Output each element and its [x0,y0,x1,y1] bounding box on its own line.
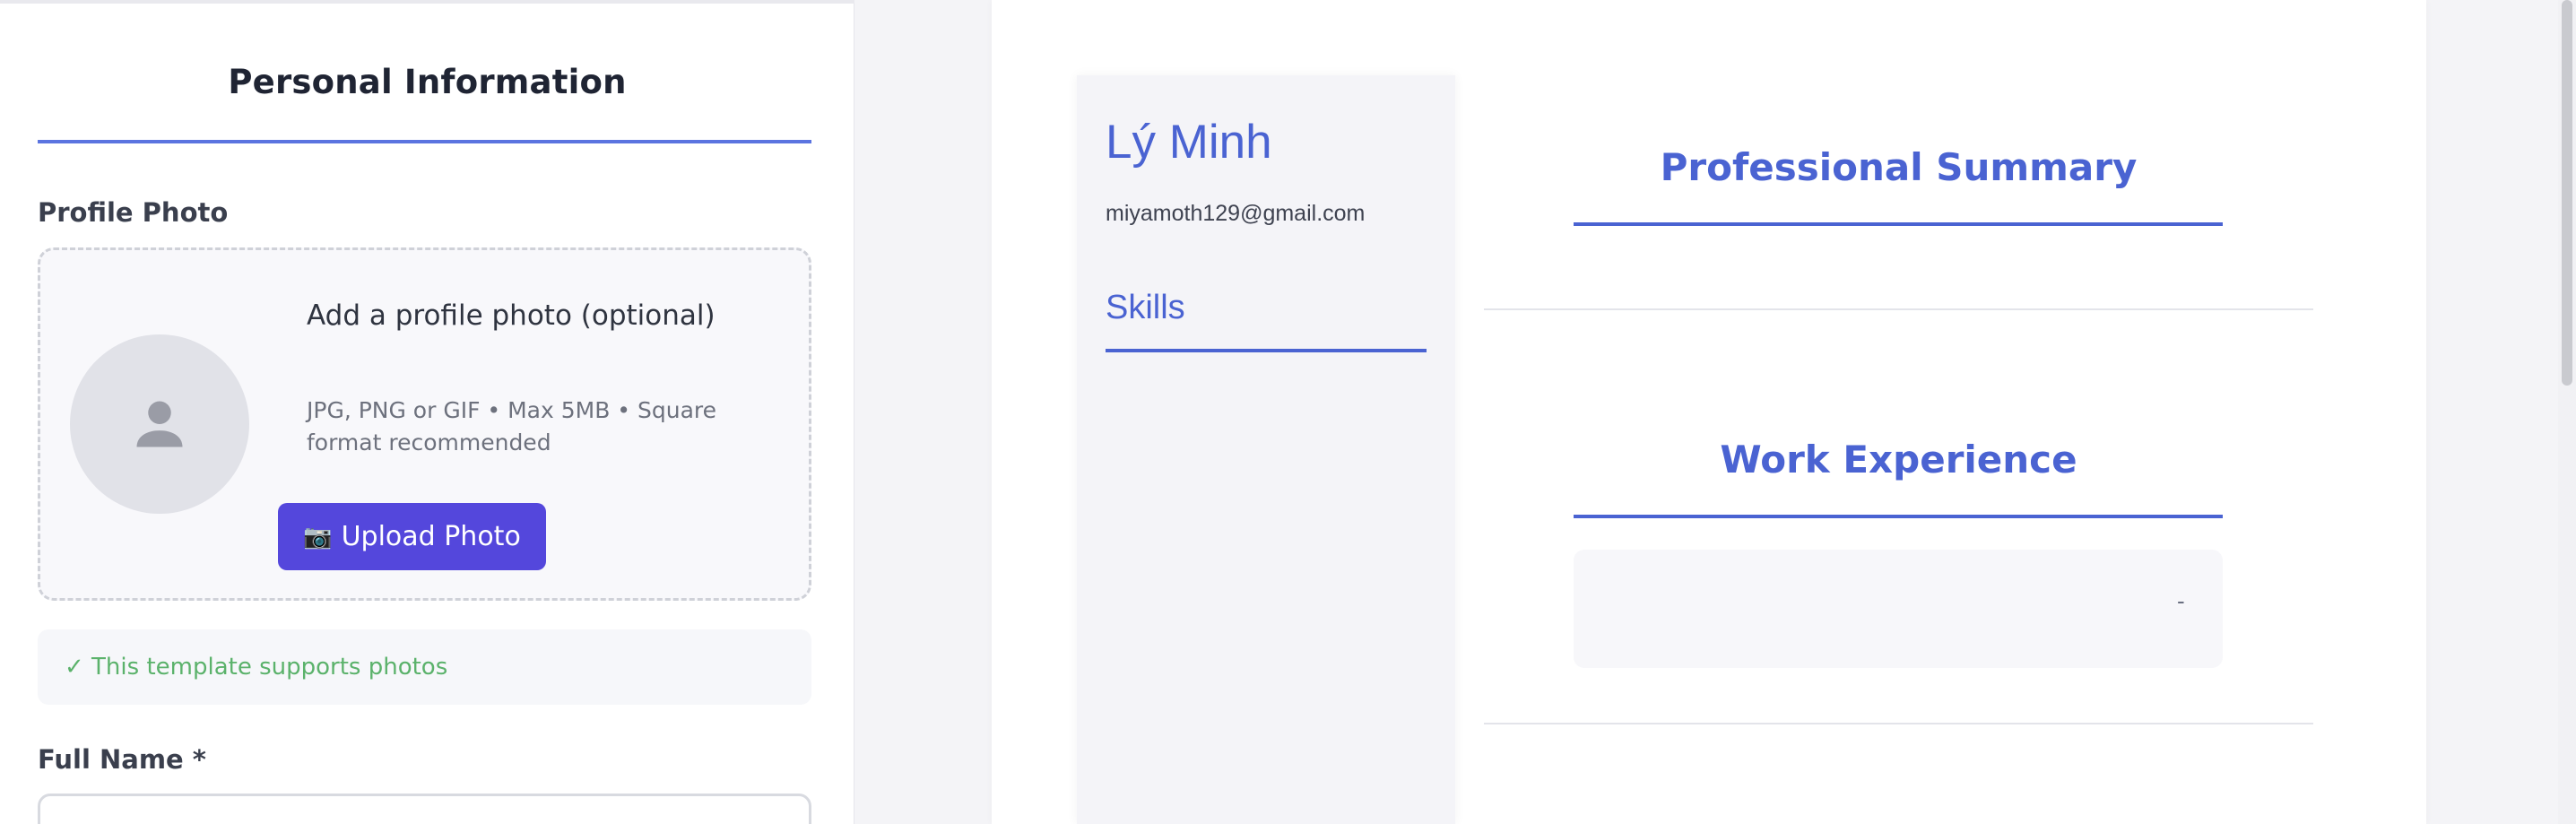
full-name-input[interactable] [38,794,811,824]
panel-top-border [0,0,854,4]
experience-divider [1484,723,2313,724]
profile-photo-label: Profile Photo [38,197,229,228]
user-icon [136,401,183,447]
summary-heading: Professional Summary [1660,145,2138,189]
skills-underline [1106,349,1427,352]
resume-sidebar [1077,75,1455,824]
camera-icon: 📷 [303,523,333,551]
resume-name: Lý Minh [1106,116,1272,169]
photo-support-notice: ✓ This template supports photos [38,629,811,705]
summary-underline [1574,222,2223,226]
upload-photo-label: Upload Photo [341,521,521,552]
summary-divider [1484,308,2313,310]
avatar-placeholder [70,334,249,514]
experience-date-separator: - [2177,587,2185,614]
full-name-label: Full Name * [38,744,206,775]
experience-underline [1574,515,2223,518]
photo-box-title: Add a profile photo (optional) [307,299,716,332]
resume-email: miyamoth129@gmail.com [1106,201,1366,226]
upload-photo-button[interactable]: 📷 Upload Photo [278,503,546,570]
scrollbar-thumb[interactable] [2562,0,2572,386]
experience-heading: Work Experience [1720,438,2077,481]
app-root: Personal Information Profile Photo Add a… [0,0,2576,824]
section-title-underline [38,140,811,143]
section-title: Personal Information [228,63,627,101]
photo-box-hint: JPG, PNG or GIF • Max 5MB • Square forma… [307,397,717,455]
skills-heading: Skills [1106,289,1185,326]
experience-entry-card [1574,550,2223,668]
